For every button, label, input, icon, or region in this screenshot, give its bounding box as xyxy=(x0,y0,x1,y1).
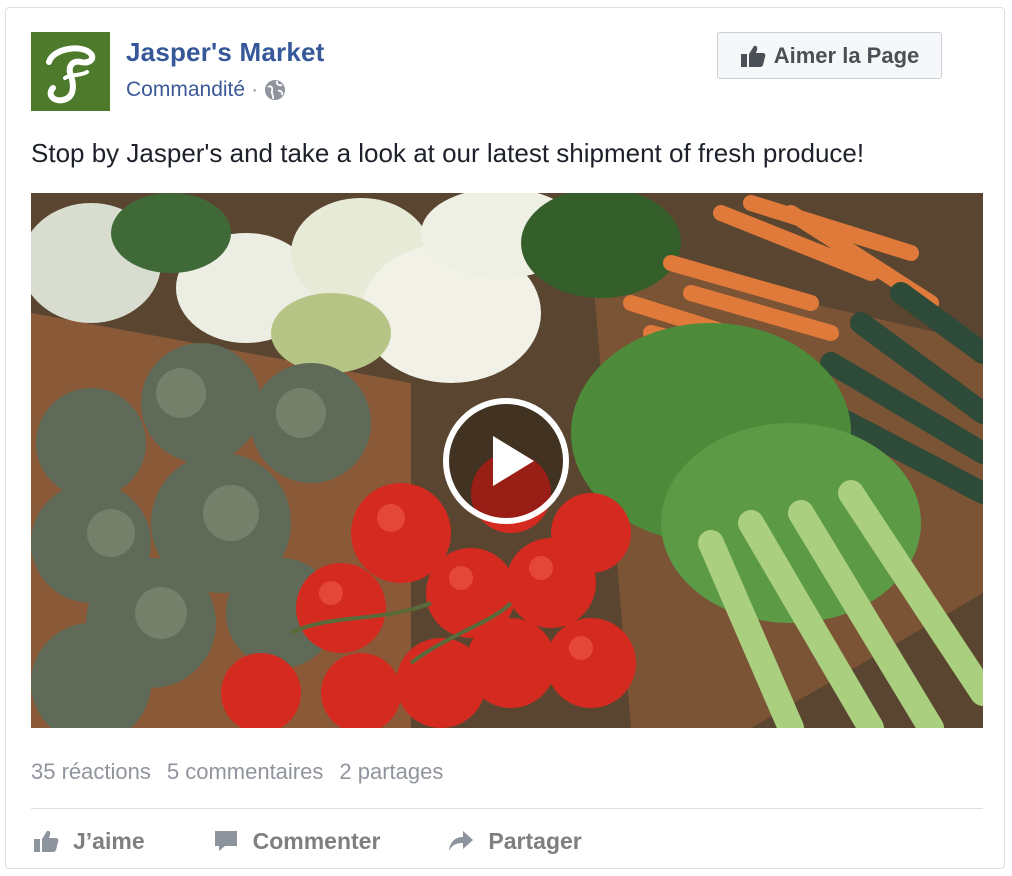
post-actions-bar: J’aime Commenter Partager xyxy=(31,816,983,866)
play-icon xyxy=(443,398,569,524)
like-page-label: Aimer la Page xyxy=(773,42,920,68)
share-arrow-icon xyxy=(449,831,474,851)
post-meta: Commandité · xyxy=(126,78,286,102)
comment-button[interactable]: Commenter xyxy=(213,827,381,855)
share-button[interactable]: Partager xyxy=(448,827,582,855)
share-label: Partager xyxy=(488,827,582,854)
post-text: Stop by Jasper's and take a look at our … xyxy=(31,138,865,168)
like-page-button[interactable]: Aimer la Page xyxy=(717,32,942,79)
thumbs-up-icon xyxy=(34,830,59,852)
comments-count[interactable]: 5 commentaires xyxy=(167,759,324,785)
engagement-stats: 35 réactions 5 commentaires 2 partages xyxy=(31,759,443,785)
comment-bubble-icon xyxy=(214,831,237,851)
meta-separator: · xyxy=(251,78,259,101)
reactions-count[interactable]: 35 réactions xyxy=(31,759,151,785)
sponsored-label[interactable]: Commandité xyxy=(126,78,245,102)
shares-count[interactable]: 2 partages xyxy=(339,759,443,785)
sponsored-post-card: Jasper's Market Commandité · Aimer la Pa… xyxy=(5,7,1005,869)
like-label: J’aime xyxy=(73,827,145,854)
comment-label: Commenter xyxy=(252,827,381,854)
video-thumbnail[interactable] xyxy=(31,193,983,728)
page-avatar-logo[interactable] xyxy=(31,32,110,111)
divider xyxy=(31,808,983,809)
like-button[interactable]: J’aime xyxy=(33,828,145,855)
thumbs-up-icon xyxy=(740,45,766,67)
jaspers-logo-icon xyxy=(31,32,110,111)
page-name-link[interactable]: Jasper's Market xyxy=(126,37,325,68)
play-button[interactable] xyxy=(441,396,571,526)
globe-icon[interactable] xyxy=(264,79,286,101)
